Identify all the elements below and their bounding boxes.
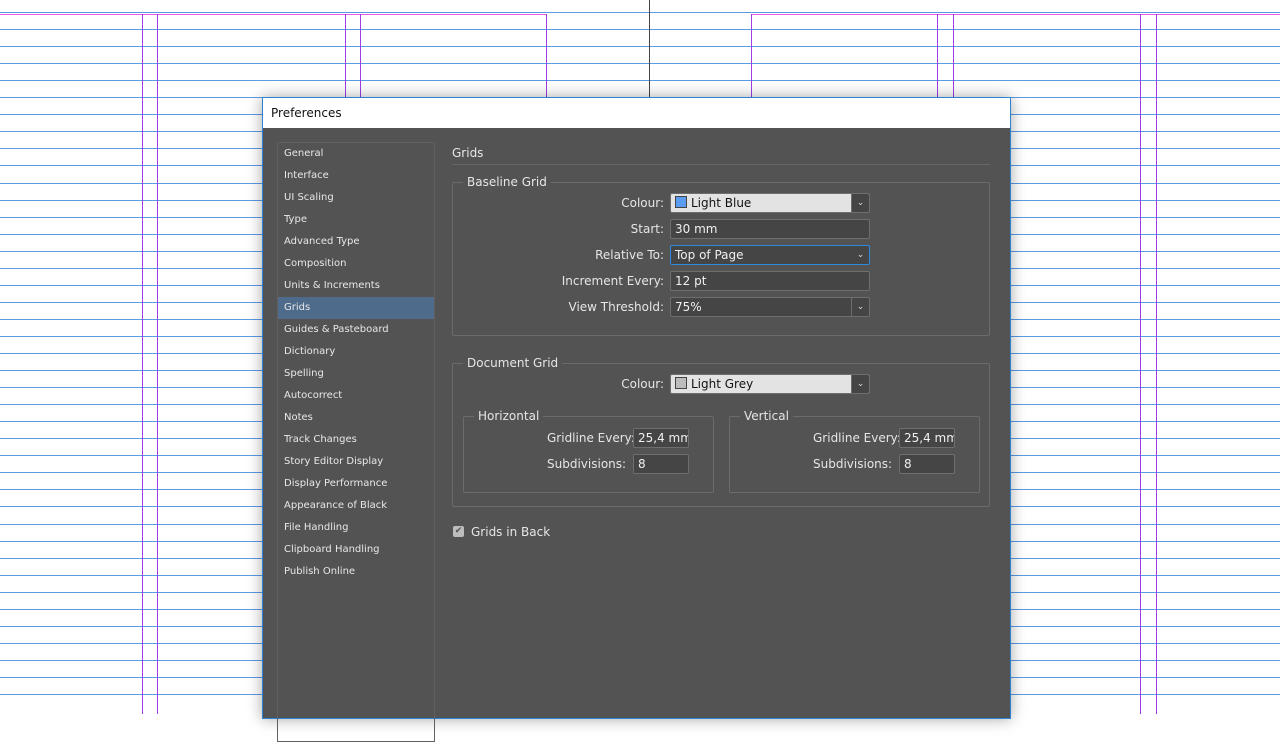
relative-to-dropdown[interactable]: Top of Page ⌄ — [670, 245, 870, 265]
preferences-dialog: Preferences General Interface UI Scaling Ty… — [262, 97, 1011, 742]
sidebar-item-spelling[interactable]: Spelling — [278, 363, 434, 385]
relative-to-value: Top of Page — [675, 248, 744, 262]
column-guide — [142, 14, 143, 714]
baseline-grid-group: Baseline Grid Colour: Light Blue ⌄ Start… — [452, 174, 990, 336]
horizontal-gridline-label: Gridline Every: — [547, 431, 635, 445]
sidebar-item-advanced-type[interactable]: Advanced Type — [278, 231, 434, 253]
document-colour-dropdown[interactable]: Light Grey ⌄ — [670, 374, 870, 394]
chevron-down-icon[interactable]: ⌄ — [851, 298, 869, 316]
light-blue-swatch-icon — [675, 196, 687, 208]
light-grey-swatch-icon — [675, 377, 687, 389]
sidebar-item-dictionary[interactable]: Dictionary — [278, 341, 434, 363]
sidebar-item-story-editor-display[interactable]: Story Editor Display — [278, 451, 434, 473]
view-threshold-value: 75% — [675, 300, 702, 314]
panel-title: Grids — [452, 142, 990, 165]
baseline-gridline — [0, 46, 1280, 47]
document-colour-label: Colour: — [621, 377, 664, 391]
baseline-colour-value: Light Blue — [691, 196, 752, 210]
horizontal-legend: Horizontal — [474, 408, 544, 424]
sidebar-item-interface[interactable]: Interface — [278, 165, 434, 187]
vertical-group: Vertical Gridline Every: 25,4 mm Subdivi… — [729, 408, 980, 493]
spread-spine — [649, 0, 650, 98]
sidebar-item-appearance-of-black[interactable]: Appearance of Black — [278, 495, 434, 517]
sidebar-item-units-increments[interactable]: Units & Increments — [278, 275, 434, 297]
dialog-title: Preferences — [263, 98, 1010, 128]
checkmark-icon: ✔ — [454, 526, 463, 536]
chevron-down-icon[interactable]: ⌄ — [851, 194, 869, 212]
sidebar-item-guides-pasteboard[interactable]: Guides & Pasteboard — [278, 319, 434, 341]
baseline-gridline — [0, 29, 1280, 30]
document-colour-value: Light Grey — [691, 377, 754, 391]
sidebar-item-composition[interactable]: Composition — [278, 253, 434, 275]
horizontal-gridline-input[interactable]: 25,4 mm — [633, 428, 689, 448]
vertical-legend: Vertical — [740, 408, 793, 424]
grids-in-back-option[interactable]: ✔ Grids in Back — [452, 522, 652, 542]
vertical-subdivisions-input[interactable]: 8 — [899, 454, 955, 474]
sidebar-item-ui-scaling[interactable]: UI Scaling — [278, 187, 434, 209]
baseline-colour-label: Colour: — [621, 196, 664, 210]
sidebar-item-track-changes[interactable]: Track Changes — [278, 429, 434, 451]
vertical-gridline-input[interactable]: 25,4 mm — [899, 428, 955, 448]
grids-in-back-label: Grids in Back — [471, 525, 551, 539]
document-grid-legend: Document Grid — [463, 355, 563, 371]
margin-guide — [751, 14, 1280, 15]
baseline-gridline — [0, 80, 1280, 81]
column-guide — [1156, 14, 1157, 714]
view-threshold-combobox[interactable]: 75% ⌄ — [670, 297, 870, 317]
increment-every-label: Increment Every: — [561, 274, 664, 288]
margin-guide — [0, 14, 546, 15]
relative-to-label: Relative To: — [595, 248, 664, 262]
sidebar-item-display-performance[interactable]: Display Performance — [278, 473, 434, 495]
grids-in-back-checkbox[interactable]: ✔ — [453, 526, 464, 537]
document-grid-group: Document Grid Colour: Light Grey ⌄ Horiz… — [452, 355, 990, 507]
baseline-start-label: Start: — [630, 222, 664, 236]
baseline-start-input[interactable]: 30 mm — [670, 219, 870, 239]
sidebar-item-autocorrect[interactable]: Autocorrect — [278, 385, 434, 407]
vertical-subdivisions-label: Subdivisions: — [813, 457, 893, 471]
increment-every-input[interactable]: 12 pt — [670, 271, 870, 291]
baseline-gridline — [0, 63, 1280, 64]
chevron-down-icon[interactable]: ⌄ — [851, 375, 869, 393]
baseline-gridline — [0, 12, 1280, 13]
sidebar-item-grids[interactable]: Grids — [278, 297, 434, 319]
baseline-grid-legend: Baseline Grid — [463, 174, 551, 190]
sidebar-item-general[interactable]: General — [278, 143, 434, 165]
sidebar-item-publish-online[interactable]: Publish Online — [278, 561, 434, 583]
chevron-down-icon[interactable]: ⌄ — [852, 246, 869, 264]
vertical-gridline-label: Gridline Every: — [813, 431, 901, 445]
column-guide — [1140, 14, 1141, 714]
horizontal-group: Horizontal Gridline Every: 25,4 mm Subdi… — [463, 408, 714, 493]
baseline-colour-dropdown[interactable]: Light Blue ⌄ — [670, 193, 870, 213]
sidebar-item-type[interactable]: Type — [278, 209, 434, 231]
grids-panel: Grids Baseline Grid Colour: Light Blue ⌄… — [452, 142, 990, 539]
horizontal-subdivisions-input[interactable]: 8 — [633, 454, 689, 474]
preferences-sidebar: General Interface UI Scaling Type Advanced T… — [277, 142, 435, 742]
sidebar-item-notes[interactable]: Notes — [278, 407, 434, 429]
sidebar-item-clipboard-handling[interactable]: Clipboard Handling — [278, 539, 434, 561]
column-guide — [157, 14, 158, 714]
view-threshold-label: View Threshold: — [568, 300, 664, 314]
sidebar-item-file-handling[interactable]: File Handling — [278, 517, 434, 539]
horizontal-subdivisions-label: Subdivisions: — [547, 457, 627, 471]
